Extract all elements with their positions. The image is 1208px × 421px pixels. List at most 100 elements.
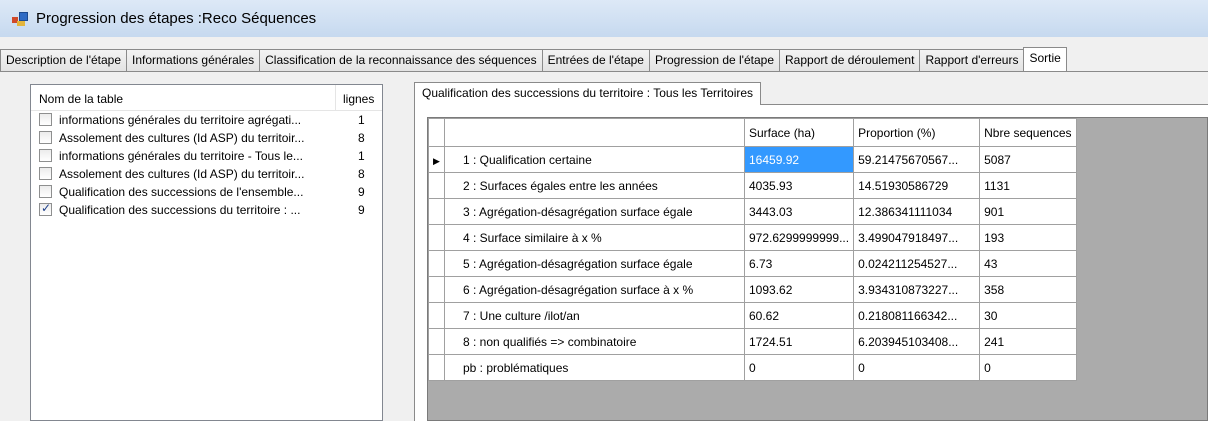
surface-cell[interactable]: 972.6299999999... bbox=[743, 224, 855, 251]
checkbox[interactable] bbox=[39, 149, 52, 162]
list-item-label: informations générales du territoire agr… bbox=[59, 113, 302, 127]
window-title: Progression des étapes :Reco Séquences bbox=[36, 10, 317, 27]
row-header[interactable] bbox=[428, 354, 445, 381]
surface-cell[interactable]: 4035.93 bbox=[743, 172, 855, 199]
list-item-label: Assolement des cultures (Id ASP) du terr… bbox=[59, 167, 305, 181]
surface-cell[interactable]: 0 bbox=[743, 354, 855, 381]
list-item-count: 8 bbox=[358, 167, 365, 181]
proportion-cell[interactable]: 59.21475670567... bbox=[853, 146, 981, 173]
column-header-blank[interactable] bbox=[444, 118, 745, 147]
row-label-cell[interactable]: 6 : Agrégation-désagrégation surface à x… bbox=[444, 276, 745, 303]
checkbox[interactable] bbox=[39, 167, 52, 180]
list-item[interactable]: informations générales du territoire agr… bbox=[31, 111, 382, 129]
proportion-cell[interactable]: 3.934310873227... bbox=[853, 276, 981, 303]
nbre-cell[interactable]: 241 bbox=[979, 328, 1077, 355]
proportion-cell[interactable]: 14.51930586729 bbox=[853, 172, 981, 199]
list-item-label: informations générales du territoire - T… bbox=[59, 149, 303, 163]
column-header-surface[interactable]: Surface (ha) bbox=[743, 118, 855, 147]
row-header[interactable] bbox=[428, 276, 445, 303]
nbre-cell[interactable]: 358 bbox=[979, 276, 1077, 303]
tab-classification[interactable]: Classification de la reconnaissance des … bbox=[259, 49, 543, 71]
row-label-cell[interactable]: 5 : Agrégation-désagrégation surface éga… bbox=[444, 250, 745, 277]
table-row[interactable]: 2 : Surfaces égales entre les années 403… bbox=[428, 172, 1077, 199]
row-label-cell[interactable]: 3 : Agrégation-désagrégation surface éga… bbox=[444, 198, 745, 225]
row-header[interactable] bbox=[428, 302, 445, 329]
proportion-cell[interactable]: 3.499047918497... bbox=[853, 224, 981, 251]
surface-cell[interactable]: 1093.62 bbox=[743, 276, 855, 303]
row-label-cell[interactable]: 2 : Surfaces égales entre les années bbox=[444, 172, 745, 199]
row-label-cell[interactable]: 8 : non qualifiés => combinatoire bbox=[444, 328, 745, 355]
row-label-cell[interactable]: 7 : Une culture /ilot/an bbox=[444, 302, 745, 329]
row-label-cell[interactable]: pb : problématiques bbox=[444, 354, 745, 381]
tab-informations-generales[interactable]: Informations générales bbox=[126, 49, 261, 71]
proportion-cell[interactable]: 0.218081166342... bbox=[853, 302, 981, 329]
row-header[interactable] bbox=[428, 172, 445, 199]
row-header[interactable] bbox=[428, 198, 445, 225]
list-item[interactable]: Assolement des cultures (Id ASP) du terr… bbox=[31, 165, 382, 183]
tab-rapport-deroulement[interactable]: Rapport de déroulement bbox=[779, 49, 921, 71]
nbre-cell[interactable]: 0 bbox=[979, 354, 1077, 381]
row-header[interactable]: ▶ bbox=[428, 146, 445, 173]
list-item[interactable]: informations générales du territoire - T… bbox=[31, 147, 382, 165]
column-header-rows[interactable]: lignes bbox=[343, 92, 374, 106]
proportion-cell[interactable]: 12.386341111034 bbox=[853, 198, 981, 225]
row-label-cell[interactable]: 4 : Surface similaire à x % bbox=[444, 224, 745, 251]
tab-progression[interactable]: Progression de l'étape bbox=[648, 49, 781, 71]
table-row[interactable]: 3 : Agrégation-désagrégation surface éga… bbox=[428, 198, 1077, 225]
table-list-header: Nom de la table lignes bbox=[31, 85, 382, 111]
column-header-name[interactable]: Nom de la table bbox=[39, 92, 123, 106]
tab-sortie[interactable]: Sortie bbox=[1023, 47, 1067, 71]
list-item-label: Qualification des successions de l'ensem… bbox=[59, 185, 304, 199]
checkbox[interactable] bbox=[39, 185, 52, 198]
tab-qualification-territoires[interactable]: Qualification des successions du territo… bbox=[414, 82, 762, 105]
table-row[interactable]: pb : problématiques 0 0 0 bbox=[428, 354, 1077, 381]
proportion-cell[interactable]: 6.203945103408... bbox=[853, 328, 981, 355]
proportion-cell[interactable]: 0.024211254527... bbox=[853, 250, 981, 277]
list-item-count: 1 bbox=[358, 149, 365, 163]
tab-rapport-erreurs[interactable]: Rapport d'erreurs bbox=[919, 49, 1025, 71]
row-header-corner[interactable] bbox=[428, 118, 445, 147]
row-label-cell[interactable]: 1 : Qualification certaine bbox=[444, 146, 745, 173]
table-row[interactable]: 4 : Surface similaire à x % 972.62999999… bbox=[428, 224, 1077, 251]
table-row[interactable]: 5 : Agrégation-désagrégation surface éga… bbox=[428, 250, 1077, 277]
tab-description[interactable]: Description de l'étape bbox=[0, 49, 128, 71]
list-item-label: Assolement des cultures (Id ASP) du terr… bbox=[59, 131, 305, 145]
title-bar: Progression des étapes :Reco Séquences bbox=[0, 0, 1208, 37]
nbre-cell[interactable]: 5087 bbox=[979, 146, 1077, 173]
list-item[interactable]: ✓ Qualification des successions du terri… bbox=[31, 201, 382, 219]
row-pointer-icon: ▶ bbox=[433, 155, 440, 166]
row-header[interactable] bbox=[428, 250, 445, 277]
nbre-cell[interactable]: 43 bbox=[979, 250, 1077, 277]
checkmark-icon: ✓ bbox=[41, 201, 52, 215]
row-header[interactable] bbox=[428, 224, 445, 251]
surface-cell-selected[interactable]: 16459.92 bbox=[743, 146, 855, 173]
nbre-cell[interactable]: 30 bbox=[979, 302, 1077, 329]
app-icon bbox=[12, 11, 28, 27]
surface-cell[interactable]: 1724.51 bbox=[743, 328, 855, 355]
surface-cell[interactable]: 3443.03 bbox=[743, 198, 855, 225]
tab-strip: Description de l'étape Informations géné… bbox=[0, 47, 1208, 71]
checkbox[interactable] bbox=[39, 113, 52, 126]
list-item-count: 8 bbox=[358, 131, 365, 145]
nbre-cell[interactable]: 193 bbox=[979, 224, 1077, 251]
surface-cell[interactable]: 60.62 bbox=[743, 302, 855, 329]
proportion-cell[interactable]: 0 bbox=[853, 354, 981, 381]
tab-entrees[interactable]: Entrées de l'étape bbox=[541, 49, 650, 71]
checkbox-checked[interactable]: ✓ bbox=[39, 201, 52, 216]
list-item[interactable]: Assolement des cultures (Id ASP) du terr… bbox=[31, 129, 382, 147]
table-row[interactable]: 6 : Agrégation-désagrégation surface à x… bbox=[428, 276, 1077, 303]
row-header[interactable] bbox=[428, 328, 445, 355]
table-list[interactable]: Nom de la table lignes informations géné… bbox=[30, 84, 383, 421]
nbre-cell[interactable]: 901 bbox=[979, 198, 1077, 225]
checkbox[interactable] bbox=[39, 131, 52, 144]
table-row[interactable]: 7 : Une culture /ilot/an 60.62 0.2180811… bbox=[428, 302, 1077, 329]
table-row[interactable]: ▶ 1 : Qualification certaine 16459.92 59… bbox=[428, 146, 1077, 173]
column-header-proportion[interactable]: Proportion (%) bbox=[853, 118, 981, 147]
table-row[interactable]: 8 : non qualifiés => combinatoire 1724.5… bbox=[428, 328, 1077, 355]
list-item-count: 9 bbox=[358, 203, 365, 217]
nbre-cell[interactable]: 1131 bbox=[979, 172, 1077, 199]
surface-cell[interactable]: 6.73 bbox=[743, 250, 855, 277]
list-item[interactable]: Qualification des successions de l'ensem… bbox=[31, 183, 382, 201]
column-header-nbre[interactable]: Nbre sequences bbox=[979, 118, 1077, 147]
list-item-count: 9 bbox=[358, 185, 365, 199]
